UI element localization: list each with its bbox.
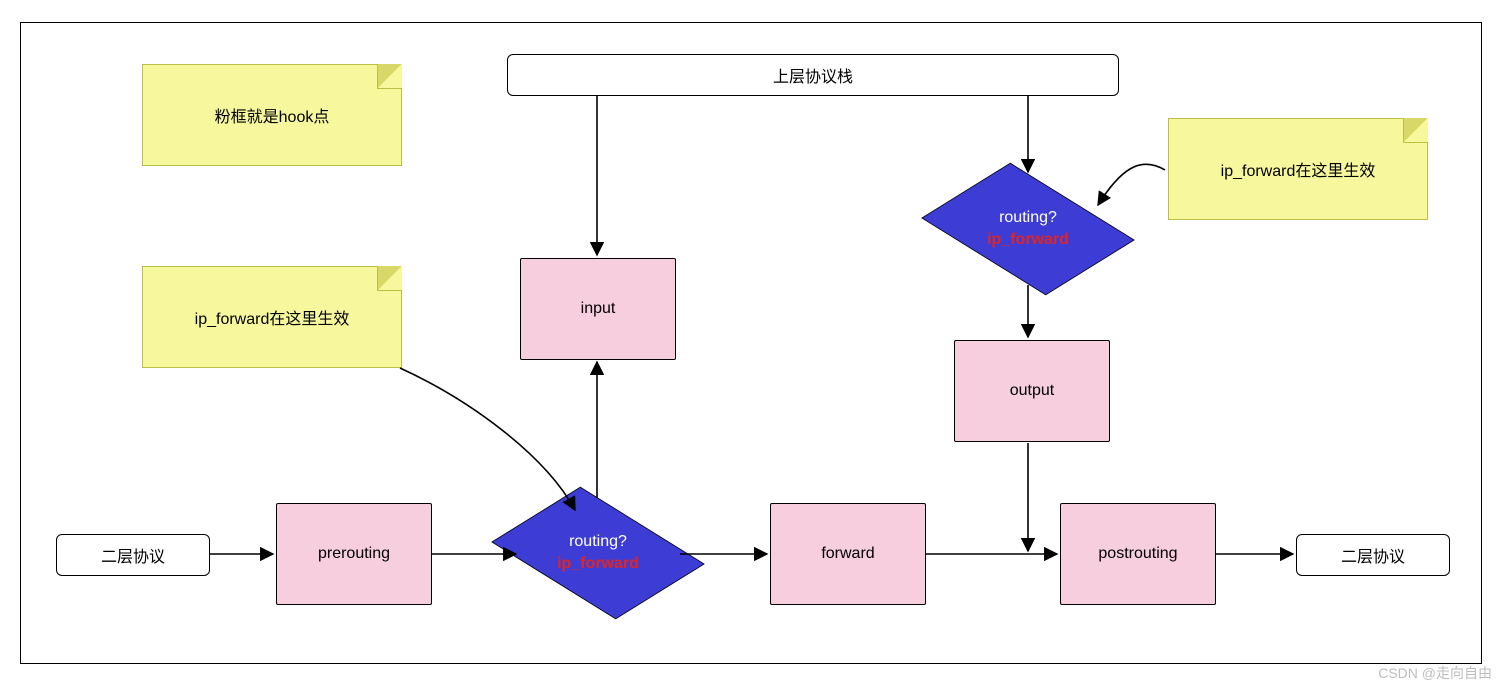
node-prerouting-label: prerouting bbox=[318, 545, 390, 563]
node-l2-left: 二层协议 bbox=[56, 534, 210, 576]
routing-question: routing? bbox=[987, 207, 1069, 229]
node-postrouting-label: postrouting bbox=[1098, 545, 1177, 563]
node-l2-right: 二层协议 bbox=[1296, 534, 1450, 576]
note-ipforward-lower: ip_forward在这里生效 bbox=[142, 266, 402, 368]
note-fold-icon bbox=[1403, 118, 1428, 143]
watermark: CSDN @走向自由 bbox=[1378, 663, 1492, 683]
node-output: output bbox=[954, 340, 1110, 442]
routing-lower-text: routing? ip_forward bbox=[557, 531, 639, 574]
node-output-label: output bbox=[1010, 382, 1054, 400]
node-routing-lower: routing? ip_forward bbox=[510, 490, 686, 616]
node-forward: forward bbox=[770, 503, 926, 605]
routing-question: routing? bbox=[557, 531, 639, 553]
node-l2-left-label: 二层协议 bbox=[101, 543, 165, 567]
note-fold-icon bbox=[377, 266, 402, 291]
diagram-canvas: 粉框就是hook点 ip_forward在这里生效 ip_forward在这里生… bbox=[0, 0, 1500, 687]
note-legend-text: 粉框就是hook点 bbox=[215, 103, 330, 127]
note-fold-icon bbox=[377, 64, 402, 89]
routing-flag: ip_forward bbox=[987, 229, 1069, 251]
node-postrouting: postrouting bbox=[1060, 503, 1216, 605]
node-input-label: input bbox=[581, 300, 616, 318]
routing-flag: ip_forward bbox=[557, 553, 639, 575]
node-prerouting: prerouting bbox=[276, 503, 432, 605]
node-upper-stack: 上层协议栈 bbox=[507, 54, 1119, 96]
note-ipforward-upper: ip_forward在这里生效 bbox=[1168, 118, 1428, 220]
node-upper-stack-label: 上层协议栈 bbox=[773, 63, 853, 87]
routing-upper-text: routing? ip_forward bbox=[987, 207, 1069, 250]
node-routing-upper: routing? ip_forward bbox=[940, 166, 1116, 292]
note-ipforward-upper-text: ip_forward在这里生效 bbox=[1221, 157, 1376, 181]
node-l2-right-label: 二层协议 bbox=[1341, 543, 1405, 567]
note-legend: 粉框就是hook点 bbox=[142, 64, 402, 166]
node-forward-label: forward bbox=[821, 545, 874, 563]
note-ipforward-lower-text: ip_forward在这里生效 bbox=[195, 305, 350, 329]
node-input: input bbox=[520, 258, 676, 360]
